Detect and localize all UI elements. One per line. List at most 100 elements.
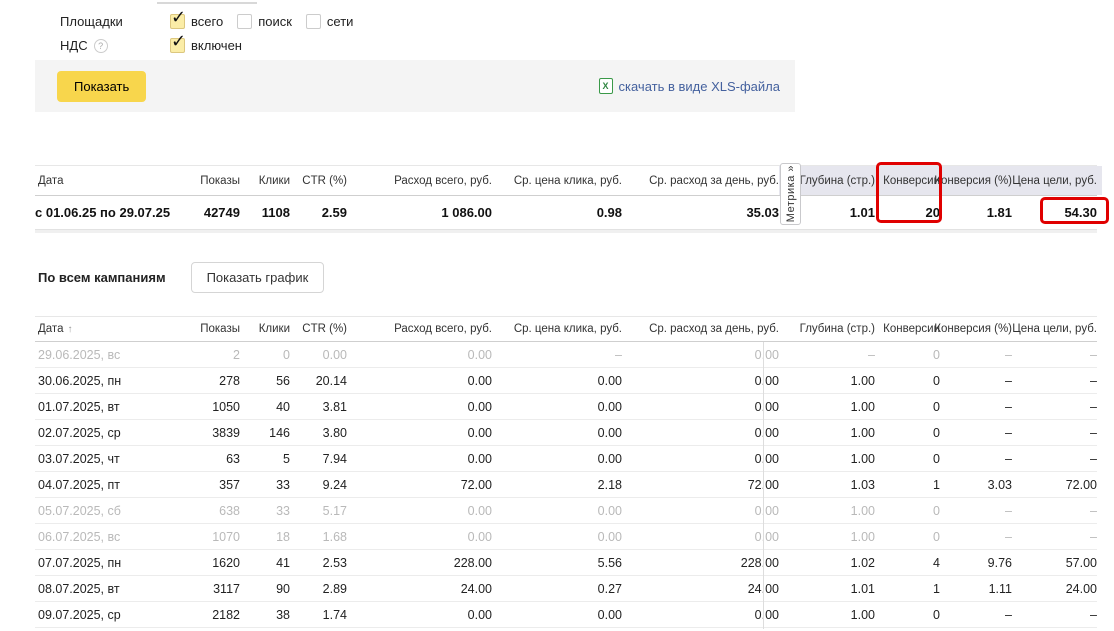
help-icon[interactable]: ? [94, 39, 108, 53]
metrika-tab[interactable]: Метрика » [780, 163, 801, 225]
row-impressions: 3839 [165, 426, 240, 440]
checkbox-search-box[interactable] [237, 14, 252, 29]
detail-header-impressions[interactable]: Показы [165, 323, 240, 335]
row-ctr: 0.00 [290, 348, 347, 362]
detail-header-depth[interactable]: Глубина (стр.) [803, 323, 875, 335]
detail-header-total-cost[interactable]: Расход всего, руб. [347, 323, 492, 335]
row-goal-cost: 24.00 [1012, 582, 1097, 596]
row-date: 04.07.2025, пт [35, 478, 165, 492]
vat-label: НДС ? [35, 38, 170, 53]
row-avg-day-cost: 72.00 [622, 478, 779, 492]
table-row: 04.07.2025, пт 357 33 9.24 72.00 2.18 72… [35, 472, 1097, 498]
summary-clicks: 1108 [240, 205, 290, 220]
row-date: 30.06.2025, пн [35, 374, 165, 388]
checkbox-total-label: всего [191, 14, 223, 29]
row-ctr: 1.68 [290, 530, 347, 544]
row-avg-day-cost: 0.00 [622, 452, 779, 466]
row-total-cost: 0.00 [347, 530, 492, 544]
filter-actions-bar: Показать X скачать в виде XLS-файла [35, 60, 795, 112]
checkbox-vat-included[interactable]: включен [170, 38, 242, 53]
detail-header-clicks[interactable]: Клики [240, 323, 290, 335]
row-date: 01.07.2025, вт [35, 400, 165, 414]
summary-impressions: 42749 [165, 205, 240, 220]
summary-header-total-cost: Расход всего, руб. [347, 175, 492, 187]
summary-header-avg-day-cost: Ср. расход за день, руб. [622, 175, 779, 187]
row-depth: 1.00 [803, 400, 875, 414]
show-chart-button[interactable]: Показать график [191, 262, 325, 293]
detail-header-conversion-rate[interactable]: Конверсия (%) [940, 323, 1012, 335]
table-row: 07.07.2025, пн 1620 41 2.53 228.00 5.56 … [35, 550, 1097, 576]
download-xls-link[interactable]: X скачать в виде XLS-файла [599, 78, 781, 94]
row-clicks: 18 [240, 530, 290, 544]
row-conversion-rate: – [940, 374, 1012, 388]
row-clicks: 56 [240, 374, 290, 388]
row-conversion-rate: – [940, 348, 1012, 362]
checkbox-search-label: поиск [258, 14, 292, 29]
row-conversion-rate: – [940, 530, 1012, 544]
checkbox-total-box[interactable] [170, 14, 185, 29]
checkbox-networks-box[interactable] [306, 14, 321, 29]
checkbox-vat-box[interactable] [170, 38, 185, 53]
row-conversions: 0 [875, 504, 940, 518]
row-impressions: 278 [165, 374, 240, 388]
summary-table-row: с 01.06.25 по 29.07.25 42749 1108 2.59 1… [35, 196, 1097, 229]
row-clicks: 38 [240, 608, 290, 622]
summary-table: Дата Показы Клики CTR (%) Расход всего, … [35, 165, 1097, 233]
row-conversion-rate: 1.11 [940, 582, 1012, 596]
table-row: 02.07.2025, ср 3839 146 3.80 0.00 0.00 0… [35, 420, 1097, 446]
row-total-cost: 0.00 [347, 426, 492, 440]
checkbox-search[interactable]: поиск [237, 14, 292, 29]
row-goal-cost: – [1012, 348, 1097, 362]
row-total-cost: 0.00 [347, 400, 492, 414]
row-impressions: 3117 [165, 582, 240, 596]
row-conversions: 0 [875, 608, 940, 622]
summary-date-range: с 01.06.25 по 29.07.25 [35, 205, 165, 220]
platforms-checkbox-group: всего поиск сети [170, 14, 353, 29]
row-conversion-rate: – [940, 608, 1012, 622]
row-clicks: 33 [240, 478, 290, 492]
row-avg-click-cost: 0.00 [492, 452, 622, 466]
row-total-cost: 72.00 [347, 478, 492, 492]
detail-header-ctr[interactable]: CTR (%) [290, 323, 347, 335]
row-avg-day-cost: 24.00 [622, 582, 779, 596]
row-date: 07.07.2025, пн [35, 556, 165, 570]
detail-header-avg-day-cost[interactable]: Ср. расход за день, руб. [622, 323, 779, 335]
row-goal-cost: – [1012, 452, 1097, 466]
row-total-cost: 0.00 [347, 608, 492, 622]
summary-total-cost: 1 086.00 [347, 205, 492, 220]
row-date: 05.07.2025, сб [35, 504, 165, 518]
detail-header-goal-cost[interactable]: Цена цели, руб. [1012, 323, 1097, 335]
summary-bottom-strip [35, 229, 1097, 233]
row-conversions: 0 [875, 530, 940, 544]
detail-header-date[interactable]: Дата ↑ [35, 323, 165, 335]
summary-header-date: Дата [35, 175, 165, 187]
row-ctr: 9.24 [290, 478, 347, 492]
checkbox-networks[interactable]: сети [306, 14, 354, 29]
row-conversions: 0 [875, 400, 940, 414]
row-impressions: 357 [165, 478, 240, 492]
row-conversion-rate: – [940, 504, 1012, 518]
detail-table-header: Дата ↑ Показы Клики CTR (%) Расход всего… [35, 316, 1097, 342]
summary-header-ctr: CTR (%) [290, 175, 347, 187]
checkbox-total[interactable]: всего [170, 14, 223, 29]
detail-header-avg-click-cost[interactable]: Ср. цена клика, руб. [492, 323, 622, 335]
row-goal-cost: – [1012, 530, 1097, 544]
summary-conversions: 20 [875, 205, 940, 220]
vat-checkbox-group: включен [170, 38, 242, 53]
row-avg-day-cost: 0.00 [622, 504, 779, 518]
show-button[interactable]: Показать [57, 71, 146, 102]
row-conversions: 0 [875, 348, 940, 362]
checkbox-vat-label: включен [191, 38, 242, 53]
row-clicks: 33 [240, 504, 290, 518]
row-avg-click-cost: 5.56 [492, 556, 622, 570]
row-depth: 1.01 [803, 582, 875, 596]
row-conversions: 1 [875, 582, 940, 596]
detail-header-conversions[interactable]: Конверсии [875, 323, 940, 335]
row-total-cost: 228.00 [347, 556, 492, 570]
row-goal-cost: – [1012, 608, 1097, 622]
row-ctr: 1.74 [290, 608, 347, 622]
row-goal-cost: – [1012, 374, 1097, 388]
summary-header-conversions: Конверсии [875, 175, 940, 187]
download-xls-label: скачать в виде XLS-файла [619, 79, 781, 94]
row-avg-click-cost: 0.00 [492, 608, 622, 622]
